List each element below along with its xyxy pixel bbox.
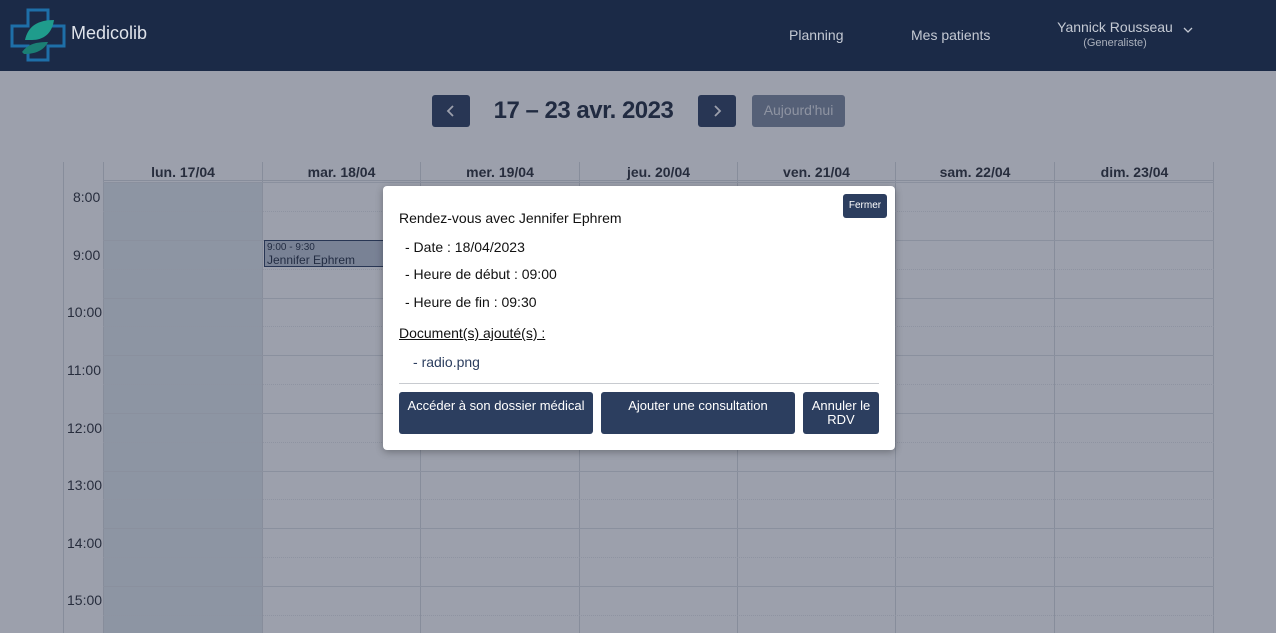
medical-record-button[interactable]: Accéder à son dossier médical (399, 392, 593, 434)
add-consultation-button[interactable]: Ajouter une consultation (601, 392, 795, 434)
user-menu[interactable]: Yannick Rousseau (Generaliste) (1057, 19, 1173, 49)
appointment-date: - Date : 18/04/2023 (405, 239, 525, 255)
nav-link-planning[interactable]: Planning (789, 27, 844, 43)
user-name: Yannick Rousseau (1057, 19, 1173, 35)
close-button[interactable]: Fermer (843, 194, 887, 218)
document-link[interactable]: - radio.png (413, 354, 480, 370)
cancel-appointment-button[interactable]: Annuler le RDV (803, 392, 879, 434)
appointment-end-time: - Heure de fin : 09:30 (405, 294, 537, 310)
appointment-start-time: - Heure de début : 09:00 (405, 266, 557, 282)
medicolib-logo-icon[interactable] (10, 8, 66, 62)
divider (399, 383, 879, 384)
nav-link-mes-patients[interactable]: Mes patients (911, 27, 990, 43)
navbar: Medicolib Planning Mes patients Yannick … (0, 0, 1276, 71)
brand-name[interactable]: Medicolib (71, 23, 147, 44)
user-role: (Generaliste) (1083, 37, 1147, 49)
modal-title: Rendez-vous avec Jennifer Ephrem (399, 210, 622, 226)
appointment-modal: Fermer Rendez-vous avec Jennifer Ephrem … (383, 186, 895, 450)
document-name: radio.png (421, 354, 480, 370)
documents-label: Document(s) ajouté(s) : (399, 325, 546, 341)
chevron-down-icon[interactable] (1183, 22, 1193, 33)
document-dash: - (413, 354, 418, 370)
